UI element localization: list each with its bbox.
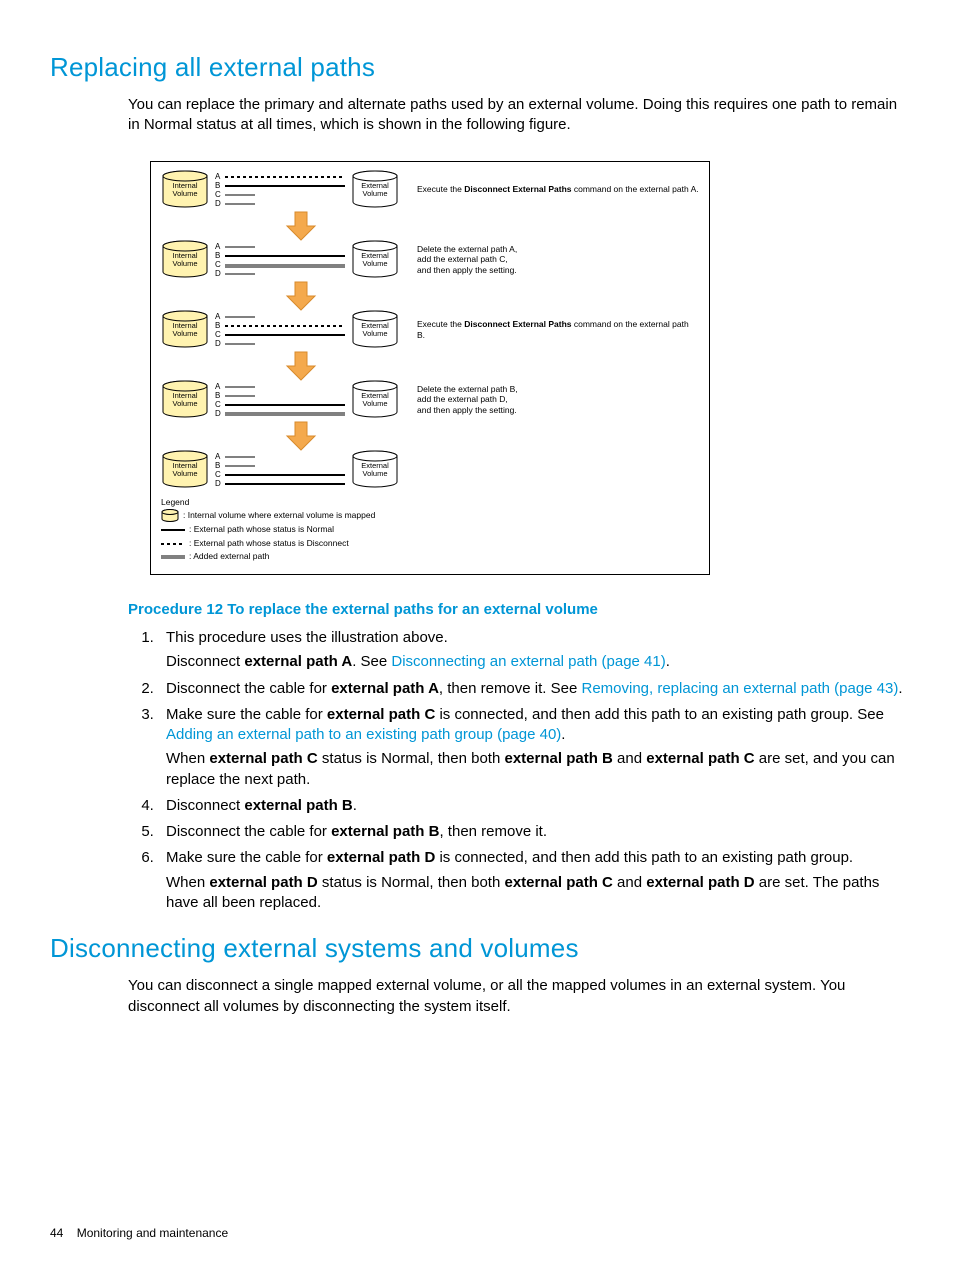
page-number: 44 [50,1226,63,1240]
external-volume-label: External Volume [351,252,399,269]
path-labels: ABCD [215,312,225,348]
procedure-step: Disconnect the cable for external path A… [158,679,904,699]
internal-volume-cylinder: Internal Volume [161,240,209,280]
path-labels: ABCD [215,452,225,488]
legend-title: Legend [161,496,699,510]
internal-volume-label: Internal Volume [161,322,209,339]
external-volume-cylinder: External Volume [351,380,399,420]
procedure-step: This procedure uses the illustration abo… [158,628,904,673]
path-labels: ABCD [215,242,225,278]
path-lines [225,450,345,490]
path-labels: ABCD [215,382,225,418]
procedure-step: Make sure the cable for external path D … [158,848,904,913]
external-volume-cylinder: External Volume [351,170,399,210]
procedure-list: This procedure uses the illustration abo… [128,628,904,913]
path-lines [225,380,345,420]
figure-step-desc: Delete the external path A, add the exte… [417,244,699,276]
procedure-step: Disconnect the cable for external path B… [158,822,904,842]
down-arrow-icon [281,210,321,242]
internal-volume-cylinder: Internal Volume [161,450,209,490]
internal-volume-label: Internal Volume [161,252,209,269]
link-removing-replacing[interactable]: Removing, replacing an external path (pa… [581,680,898,697]
external-volume-label: External Volume [351,322,399,339]
figure-step-desc: Execute the Disconnect External Paths co… [417,319,699,340]
internal-volume-label: Internal Volume [161,392,209,409]
legend-text: : External path whose status is Disconne… [189,537,349,551]
down-arrow-icon [281,280,321,312]
path-labels: ABCD [215,172,225,208]
internal-volume-cylinder: Internal Volume [161,380,209,420]
path-lines [225,170,345,210]
figure-step-desc: Execute the Disconnect External Paths co… [417,184,699,195]
procedure-step: Make sure the cable for external path C … [158,705,904,790]
path-lines [225,240,345,280]
cylinder-icon [161,509,179,523]
link-adding-external-path[interactable]: Adding an external path to an existing p… [166,726,561,743]
section-heading-disconnecting: Disconnecting external systems and volum… [50,931,904,966]
double-line-icon [161,554,185,560]
external-volume-label: External Volume [351,182,399,199]
down-arrow-icon [281,350,321,382]
solid-line-icon [161,527,185,533]
figure-diagram: Internal Volume ABCD External Volume Exe… [150,161,710,575]
external-volume-label: External Volume [351,392,399,409]
figure-step-desc: Delete the external path B, add the exte… [417,384,699,416]
page-footer: 44 Monitoring and maintenance [50,1225,228,1241]
section-intro-replacing: You can replace the primary and alternat… [128,95,904,136]
external-volume-cylinder: External Volume [351,450,399,490]
internal-volume-label: Internal Volume [161,182,209,199]
figure-legend: Legend : Internal volume where external … [161,496,699,564]
internal-volume-cylinder: Internal Volume [161,170,209,210]
procedure-step: Disconnect external path B. [158,796,904,816]
section-intro-disconnecting: You can disconnect a single mapped exter… [128,976,904,1017]
internal-volume-label: Internal Volume [161,462,209,479]
procedure-title: Procedure 12 To replace the external pat… [128,600,904,620]
external-volume-label: External Volume [351,462,399,479]
down-arrow-icon [281,420,321,452]
dashed-line-icon [161,541,185,547]
external-volume-cylinder: External Volume [351,240,399,280]
path-lines [225,310,345,350]
footer-title: Monitoring and maintenance [77,1226,228,1240]
section-heading-replacing: Replacing all external paths [50,50,904,85]
legend-text: : External path whose status is Normal [189,523,334,537]
external-volume-cylinder: External Volume [351,310,399,350]
link-disconnect-path[interactable]: Disconnecting an external path (page 41) [391,653,665,670]
legend-text: : Internal volume where external volume … [183,509,375,523]
legend-text: : Added external path [189,550,269,564]
internal-volume-cylinder: Internal Volume [161,310,209,350]
figure-container: Internal Volume ABCD External Volume Exe… [150,161,904,575]
